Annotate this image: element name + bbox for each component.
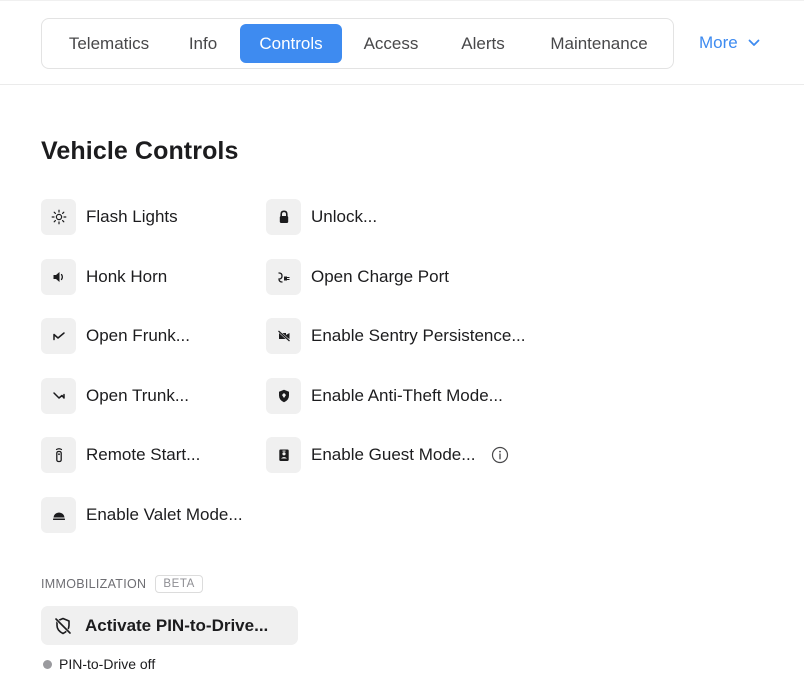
tab-alerts[interactable]: Alerts [440, 24, 526, 63]
lock-icon [266, 199, 301, 235]
tab-bar: Telematics Info Controls Access Alerts M… [41, 18, 674, 69]
more-label: More [699, 33, 738, 52]
status-dot [43, 659, 52, 669]
immobilization-section-header: IMMOBILIZATION BETA [41, 575, 203, 593]
activate-pin-to-drive-label: Activate PIN-to-Drive... [85, 615, 269, 635]
frunk-icon [41, 318, 76, 354]
key-fob-icon [41, 437, 76, 473]
shield-icon [266, 378, 301, 414]
page-title: Vehicle Controls [41, 137, 239, 165]
tab-info[interactable]: Info [174, 24, 232, 63]
guest-mode-button[interactable]: Enable Guest Mode... [266, 437, 509, 473]
charge-plug-icon [266, 259, 301, 295]
honk-horn-button[interactable]: Honk Horn [41, 259, 167, 295]
tab-maintenance[interactable]: Maintenance [534, 24, 664, 63]
tab-telematics[interactable]: Telematics [50, 24, 168, 63]
badge-icon [266, 437, 301, 473]
open-charge-port-label: Open Charge Port [311, 267, 449, 286]
speaker-icon [41, 259, 76, 295]
unlock-button[interactable]: Unlock... [266, 199, 377, 235]
tab-controls[interactable]: Controls [240, 24, 342, 63]
open-trunk-button[interactable]: Open Trunk... [41, 378, 189, 414]
remote-start-label: Remote Start... [86, 445, 201, 464]
valet-mode-label: Enable Valet Mode... [86, 505, 243, 524]
unlock-label: Unlock... [311, 207, 378, 226]
camera-off-icon [266, 318, 301, 354]
anti-theft-mode-button[interactable]: Enable Anti-Theft Mode... [266, 378, 503, 414]
top-header: Telematics Info Controls Access Alerts M… [0, 0, 804, 85]
trunk-icon [41, 378, 76, 414]
valet-icon [41, 497, 76, 533]
flash-lights-label: Flash Lights [86, 207, 178, 226]
open-charge-port-button[interactable]: Open Charge Port [266, 259, 449, 295]
status-text: PIN-to-Drive off [59, 656, 156, 672]
flash-lights-button[interactable]: Flash Lights [41, 199, 178, 235]
open-frunk-label: Open Frunk... [86, 326, 190, 345]
remote-start-button[interactable]: Remote Start... [41, 437, 200, 473]
info-icon[interactable] [491, 446, 509, 464]
honk-horn-label: Honk Horn [86, 267, 168, 286]
tab-access[interactable]: Access [348, 24, 434, 63]
sentry-persistence-label: Enable Sentry Persistence... [311, 326, 526, 345]
chevron-down-icon [748, 39, 760, 46]
shield-off-icon [54, 617, 72, 634]
open-frunk-button[interactable]: Open Frunk... [41, 318, 190, 354]
anti-theft-mode-label: Enable Anti-Theft Mode... [311, 386, 503, 405]
guest-mode-label: Enable Guest Mode... [311, 445, 476, 464]
activate-pin-to-drive-button[interactable]: Activate PIN-to-Drive... [41, 606, 298, 645]
sentry-persistence-button[interactable]: Enable Sentry Persistence... [266, 318, 526, 354]
valet-mode-button[interactable]: Enable Valet Mode... [41, 497, 243, 533]
more-dropdown[interactable]: More [699, 28, 760, 58]
top-divider [0, 0, 804, 1]
beta-badge: BETA [155, 575, 203, 593]
open-trunk-label: Open Trunk... [86, 386, 189, 405]
pin-to-drive-status: PIN-to-Drive off [43, 656, 155, 672]
immobilization-label: IMMOBILIZATION [41, 577, 147, 591]
sun-icon [41, 199, 76, 235]
